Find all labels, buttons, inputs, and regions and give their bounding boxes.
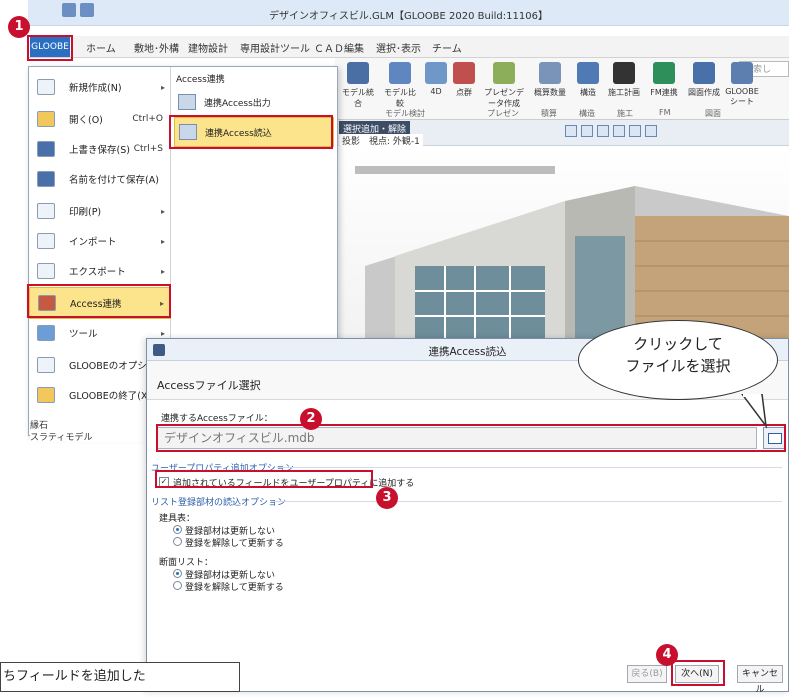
export-icon xyxy=(37,263,55,279)
group-construction: 施工 xyxy=(617,109,633,118)
view-icon-4 xyxy=(613,125,625,137)
tools-icon xyxy=(37,325,55,341)
view-icon-3 xyxy=(597,125,609,137)
presentation-data-button[interactable]: プレゼンデータ作成 xyxy=(481,62,527,109)
import-icon xyxy=(37,233,55,249)
view-toolbar: 選択追加・解除 投影 視点: 外観-1 xyxy=(335,120,789,147)
step-3-badge: 3 xyxy=(376,487,398,509)
fixture-label: 建具表： xyxy=(159,514,196,524)
construction-plan-button[interactable]: 施工計画 xyxy=(605,62,643,98)
drawing-button[interactable]: 図面作成 xyxy=(685,62,723,98)
access-export-icon xyxy=(178,94,196,110)
menu-new[interactable]: 新規作成(N) ▸ xyxy=(29,71,171,103)
access-menu-highlight xyxy=(27,284,171,318)
new-file-icon xyxy=(37,79,55,95)
view-icon-1 xyxy=(565,125,577,137)
title-bar: デザインオフィスビル.GLM【GLOOBE 2020 Build:11106】 xyxy=(28,0,789,26)
ribbon-tab-row: ホーム 敷地･外構 建物設計 専用設計ツール ＣＡＤ編集 選択･表示 チーム xyxy=(28,36,789,58)
fixture-radio-keep[interactable] xyxy=(173,525,182,534)
view-icon-2 xyxy=(581,125,593,137)
folder-open-icon xyxy=(37,111,55,127)
next-button-highlight xyxy=(671,660,725,686)
group-line xyxy=(277,467,782,468)
file-label: 連携するAccessファイル： xyxy=(161,414,273,424)
section-radio-release[interactable] xyxy=(173,581,182,590)
callout-line-2: ファイルを選択 xyxy=(625,357,731,375)
step1-highlight xyxy=(27,35,73,61)
save-as-icon xyxy=(37,171,55,187)
building-render xyxy=(355,166,789,346)
section-radio-keep[interactable] xyxy=(173,569,182,578)
window-title: デザインオフィスビル.GLM【GLOOBE 2020 Build:11106】 xyxy=(269,11,548,22)
view-icon-5 xyxy=(629,125,641,137)
menu-import[interactable]: インポート ▸ xyxy=(29,225,171,257)
group-fm: FM xyxy=(659,108,671,117)
section-label: 断面リスト： xyxy=(159,558,214,568)
ribbon: 検索し モデル統合 モデル比較 4D 点群 プレゼンデータ作成 概算数量 構造 … xyxy=(335,58,789,120)
structure-button[interactable]: 構造 xyxy=(569,62,607,98)
group-presentation: プレゼン xyxy=(487,109,519,118)
fixture-option-release: 登録を解除して更新する xyxy=(185,539,284,549)
checkbox-highlight xyxy=(155,470,373,488)
tab-home[interactable]: ホーム xyxy=(86,40,116,55)
model-compare-button[interactable]: モデル比較 xyxy=(381,62,419,109)
note-box: ちフィールドを追加した xyxy=(0,662,240,692)
list-option-group: リスト登録部材の読込オプション xyxy=(151,498,287,508)
callout-line-1: クリックして xyxy=(633,335,723,353)
menu-print[interactable]: 印刷(P) ▸ xyxy=(29,195,171,227)
save-icon xyxy=(37,141,55,157)
tab-team[interactable]: チーム xyxy=(432,40,462,55)
step-1-badge: 1 xyxy=(8,16,30,38)
fixture-radio-release[interactable] xyxy=(173,537,182,546)
group-line xyxy=(271,501,782,502)
printer-icon xyxy=(37,203,55,219)
exit-icon xyxy=(37,387,55,403)
group-estimate: 積算 xyxy=(541,109,557,118)
menu-export[interactable]: エクスポート ▸ xyxy=(29,255,171,287)
options-icon xyxy=(37,357,55,373)
view-icons[interactable] xyxy=(565,125,657,137)
menu-save-as[interactable]: 名前を付けて保存(A) xyxy=(29,163,171,195)
file-input-highlight xyxy=(156,424,786,452)
tab-building[interactable]: 建物設計 xyxy=(188,40,228,55)
submenu-header: Access連携 xyxy=(176,75,225,85)
gloobe-sheet-button[interactable]: GLOOBEシート xyxy=(723,62,761,107)
fm-link-button[interactable]: FM連携 xyxy=(645,62,683,98)
menu-save[interactable]: 上書き保存(S) Ctrl+S xyxy=(29,133,171,165)
cancel-button[interactable]: キャンセル xyxy=(737,665,783,695)
menu-open[interactable]: 開く(O) Ctrl+O xyxy=(29,103,171,135)
step-4-badge: 4 xyxy=(656,644,678,666)
estimate-button[interactable]: 概算数量 xyxy=(531,62,569,98)
tab-special[interactable]: 専用設計ツール xyxy=(240,40,310,55)
dialog-heading: Accessファイル選択 xyxy=(157,379,261,392)
access-import-highlight xyxy=(169,115,333,149)
step-2-badge: 2 xyxy=(300,408,322,430)
group-structure: 構造 xyxy=(579,109,595,118)
section-option-release: 登録を解除して更新する xyxy=(185,583,284,593)
callout-tail xyxy=(741,394,768,429)
view-icon-6 xyxy=(645,125,657,137)
submenu-access-export[interactable]: 連携Access出力 xyxy=(174,87,334,117)
tab-cad[interactable]: ＣＡＤ編集 xyxy=(314,40,364,55)
callout-bubble: クリックして ファイルを選択 xyxy=(578,320,778,400)
tab-site[interactable]: 敷地･外構 xyxy=(134,40,179,55)
back-button[interactable]: 戻る(B) xyxy=(627,665,667,683)
model-merge-button[interactable]: モデル統合 xyxy=(339,62,377,109)
group-model-review: モデル検討 xyxy=(385,109,425,118)
tab-select-view[interactable]: 選択･表示 xyxy=(376,40,421,55)
point-cloud-button[interactable]: 点群 xyxy=(445,62,483,98)
3d-viewport[interactable] xyxy=(335,146,789,346)
group-drawing: 図面 xyxy=(705,109,721,118)
